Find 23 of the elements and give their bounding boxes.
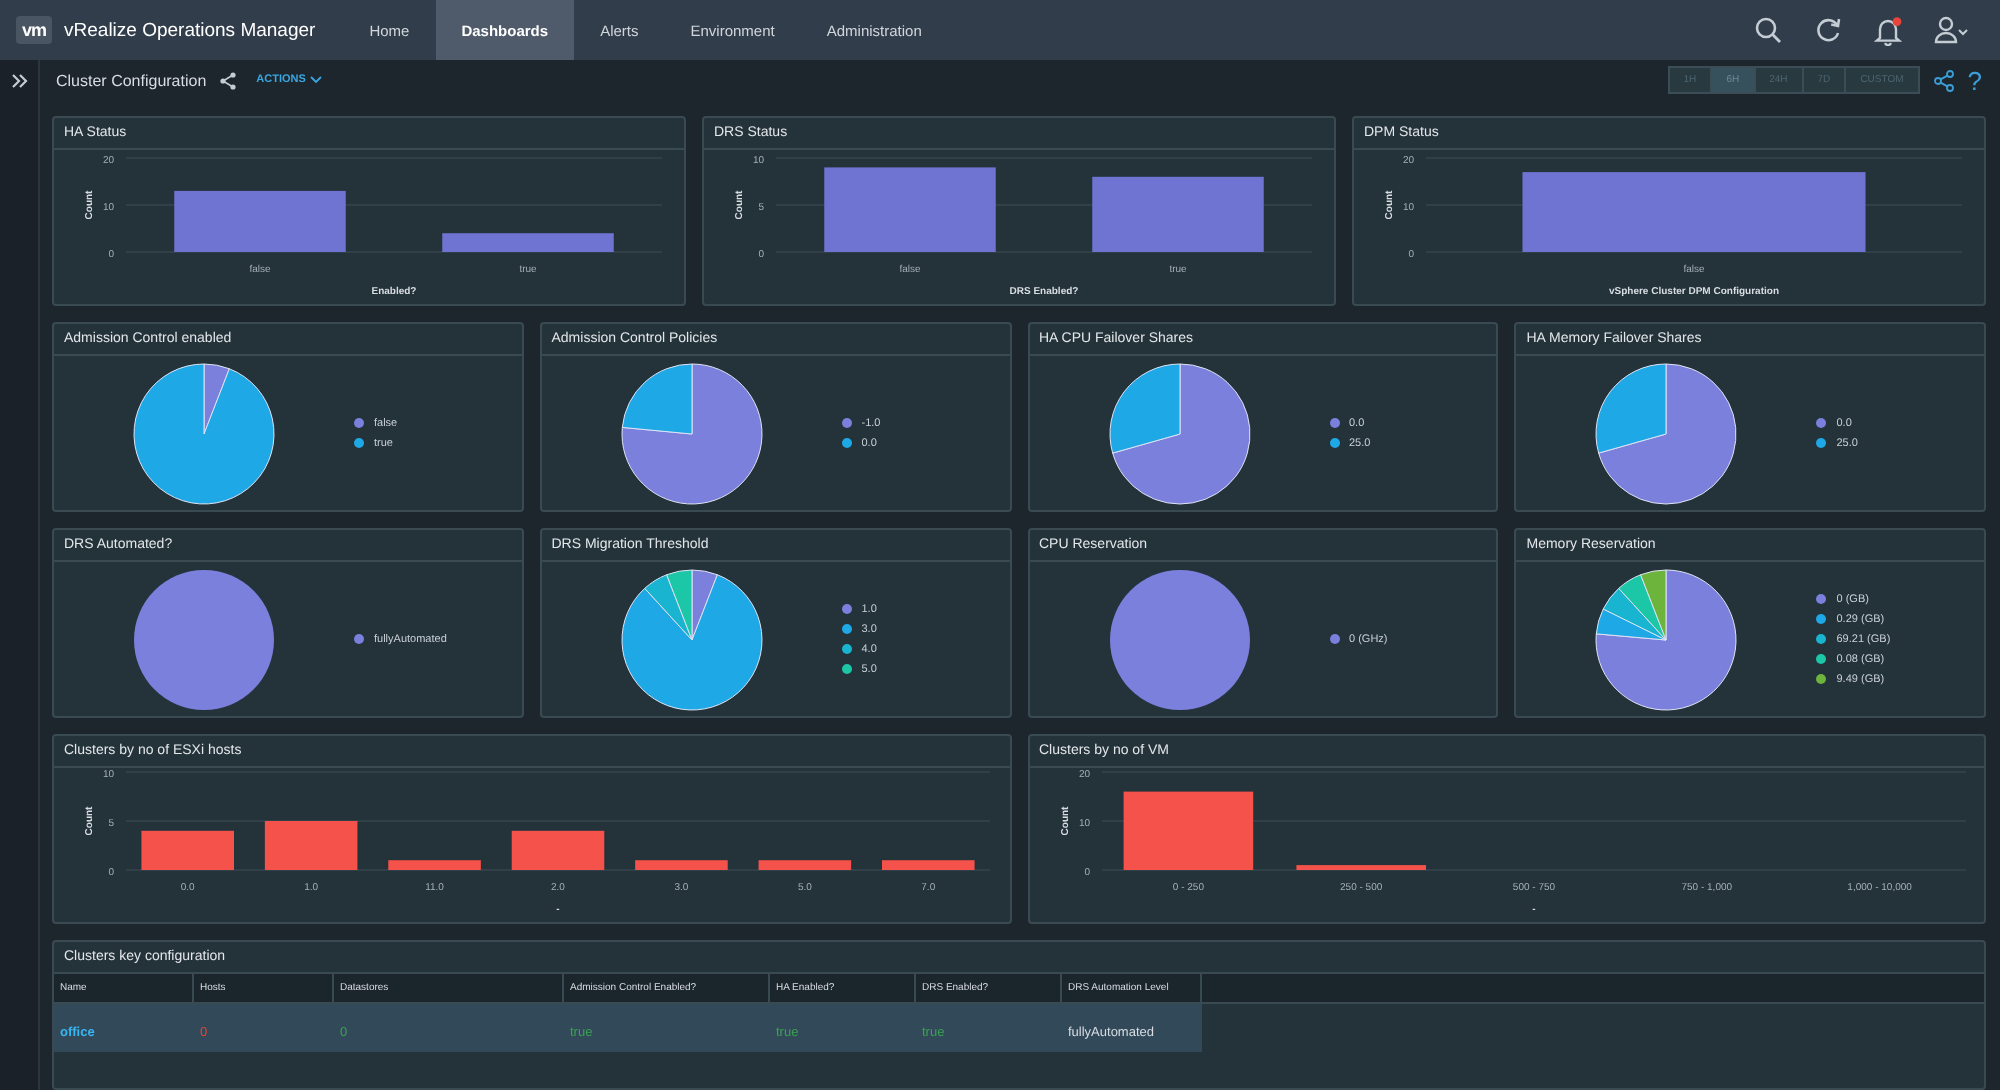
bar <box>1295 865 1425 870</box>
share-icon[interactable] <box>1933 69 1954 91</box>
search-icon[interactable] <box>1754 16 1782 44</box>
dashboard-title: Cluster Configuration <box>56 71 207 89</box>
bar <box>141 830 234 870</box>
pie-slice <box>134 569 274 709</box>
bar <box>264 821 358 870</box>
bar <box>388 860 481 870</box>
logo: vm <box>16 16 53 44</box>
caret-icon <box>309 76 322 84</box>
refresh-icon[interactable] <box>1814 16 1842 44</box>
bar <box>758 860 852 870</box>
bar <box>511 830 605 870</box>
bar <box>1122 791 1253 870</box>
expand-icon[interactable] <box>11 74 27 88</box>
product-name: vRealize Operations Manager <box>64 19 316 41</box>
pie-slice <box>1109 569 1249 709</box>
bar <box>635 860 728 870</box>
bar <box>882 860 975 870</box>
bell-icon[interactable] <box>1874 15 1902 45</box>
share-icon[interactable] <box>220 71 237 89</box>
user-icon[interactable] <box>1934 16 1968 44</box>
help-link[interactable]: ? <box>1967 65 1982 95</box>
